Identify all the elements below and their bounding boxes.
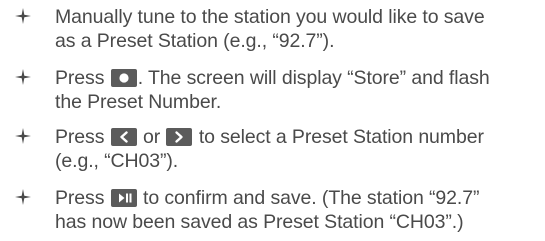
step-text-pre: Press [55, 126, 105, 148]
step-text-pre: Press [55, 67, 105, 89]
four-point-star-bullet-icon [15, 186, 31, 208]
previous-arrow-icon [110, 128, 137, 146]
step-text-post: to confirm and save. (The station “92.7” [143, 187, 480, 209]
play-pause-icon [110, 189, 137, 207]
next-arrow-icon [166, 128, 193, 146]
step-text-post: to select a Preset Station number [198, 126, 484, 148]
step-text: Press . The screen will display “Store” … [55, 66, 545, 114]
step-text-line: (e.g., “CH03”). [55, 150, 179, 172]
four-point-star-bullet-icon [15, 125, 31, 147]
step-text-line: has now been saved as Preset Station “CH… [55, 211, 464, 233]
step-text-line: as a Preset Station (e.g., “92.7”). [55, 30, 335, 52]
instruction-list: Manually tune to the station you would l… [0, 0, 545, 241]
record-circle-icon [110, 69, 137, 87]
step-text: Manually tune to the station you would l… [55, 5, 545, 53]
step-text-post: . The screen will display “Store” and fl… [137, 67, 490, 89]
step-text-mid: or [143, 126, 161, 148]
four-point-star-bullet-icon [15, 5, 31, 27]
step-text: Press or to select a Preset Station numb… [55, 125, 545, 173]
four-point-star-bullet-icon [15, 66, 31, 88]
step-text-pre: Press [55, 187, 105, 209]
step-text: Press to confirm and save. (The station … [55, 186, 545, 234]
step-text-line: Manually tune to the station you would l… [55, 6, 485, 28]
step-text-line: the Preset Number. [55, 91, 222, 113]
